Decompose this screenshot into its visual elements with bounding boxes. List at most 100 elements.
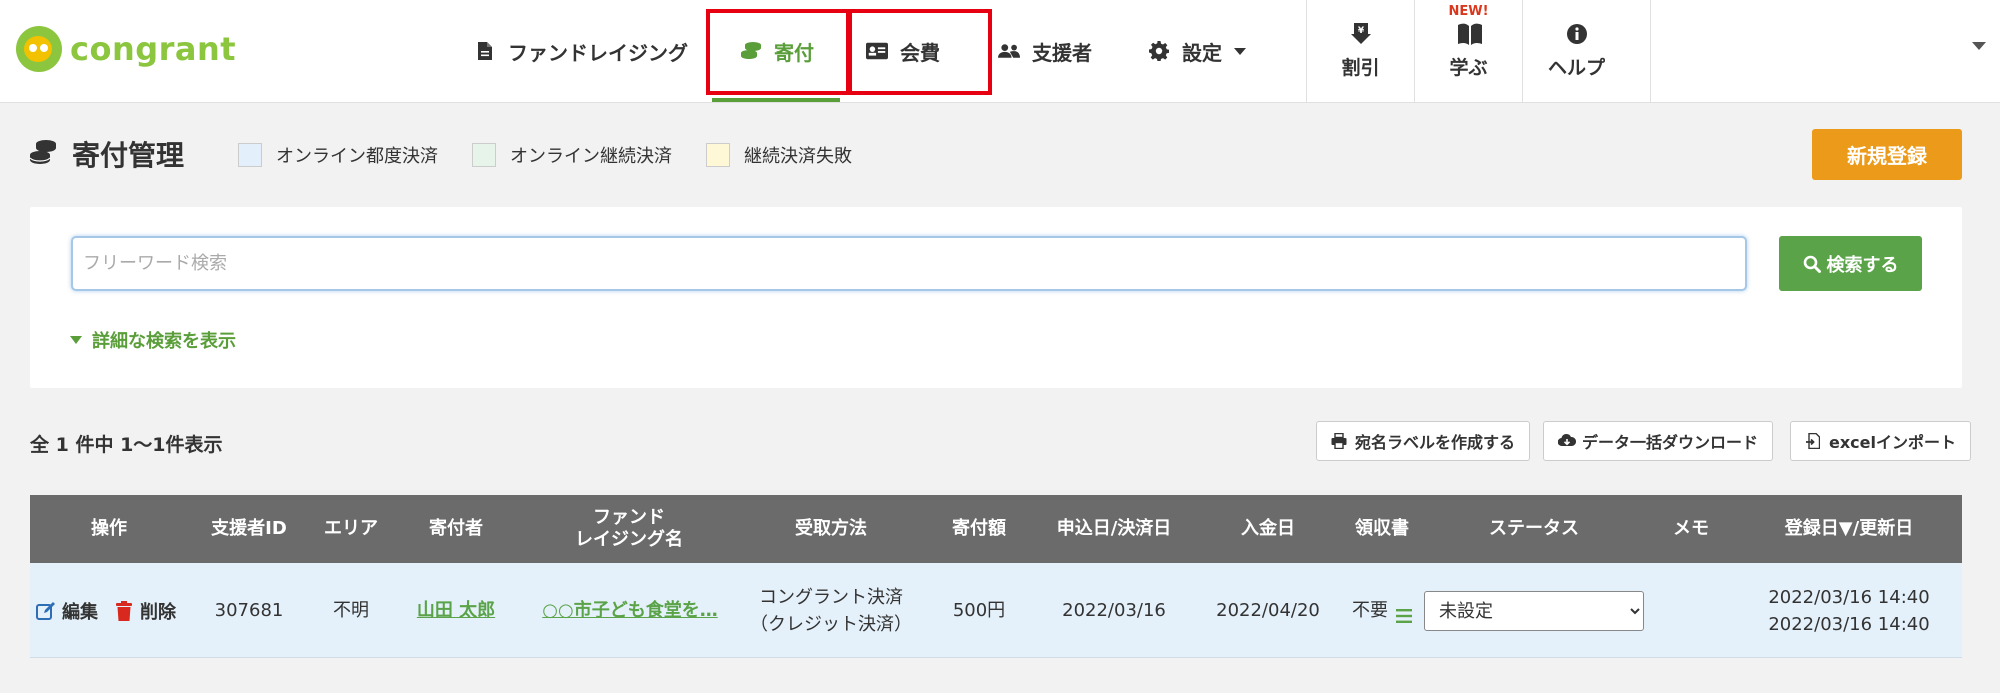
payment-method-cell: コングラント決済 （クレジット決済） — [738, 563, 924, 658]
top-header: congrant ファンドレイジング 寄付 会費 支援者 設定 ¥ 割引 NEW… — [0, 0, 2000, 103]
svg-text:¥: ¥ — [1357, 26, 1364, 36]
column-header[interactable]: ステータス — [1422, 495, 1646, 563]
payment-method-line1: コングラント決済 — [759, 586, 903, 608]
new-badge: NEW! — [1448, 4, 1489, 19]
coins-icon — [28, 139, 58, 169]
nav-fundraising-label: ファンドレイジング — [508, 40, 688, 65]
nav-help[interactable]: ヘルプ — [1522, 0, 1630, 102]
receipt-cell: 不要 — [1342, 563, 1422, 658]
coins-icon — [740, 40, 762, 62]
edit-icon — [36, 601, 56, 621]
legend-label: 継続決済失敗 — [744, 146, 852, 167]
page-title: 寄付管理 — [28, 134, 184, 174]
search-button[interactable]: 検索する — [1779, 236, 1922, 291]
nav-settings-label: 設定 — [1182, 40, 1222, 65]
legend-swatch — [238, 143, 262, 167]
search-panel: 検索する 詳細な検索を表示 — [30, 207, 1962, 388]
delete-button[interactable]: 削除 — [116, 563, 176, 658]
list-icon[interactable] — [1396, 604, 1412, 623]
table-header: 操作 支援者ID エリア 寄付者 ファンド レイジング名 受取方法 寄付額 申込… — [30, 495, 1962, 563]
legend-label: オンライン都度決済 — [276, 146, 438, 167]
logo-mark-icon — [16, 26, 62, 72]
excel-import-button[interactable]: excelインポート — [1790, 421, 1971, 461]
supporter-id-cell: 307681 — [214, 600, 284, 621]
fundraising-link[interactable]: ○○市子ども食堂を… — [530, 563, 730, 658]
nav-settings[interactable]: 設定 — [1148, 0, 1246, 102]
file-import-icon — [1805, 432, 1821, 450]
applied-date-cell: 2022/03/16 — [1062, 600, 1166, 621]
receipt-value: 不要 — [1352, 600, 1388, 621]
users-icon — [998, 40, 1020, 62]
nav-learn-label: 学ぶ — [1449, 56, 1488, 79]
column-header[interactable]: ファンド レイジング名 — [520, 495, 738, 563]
result-count: 全 1 件中 1〜1件表示 — [30, 434, 223, 456]
id-card-icon — [866, 40, 888, 62]
nav-learn[interactable]: NEW! 学ぶ — [1414, 0, 1522, 102]
edit-label: 編集 — [62, 601, 98, 623]
nav-discount-label: 割引 — [1341, 56, 1380, 79]
account-menu-caret-icon[interactable] — [1972, 42, 1986, 50]
nav-donation-label: 寄付 — [774, 40, 814, 65]
column-header[interactable]: 受取方法 — [738, 495, 924, 563]
search-button-label: 検索する — [1826, 254, 1899, 276]
tool-button-label: データ一括ダウンロード — [1582, 433, 1759, 452]
memo-cell — [1646, 563, 1736, 658]
create-address-label-button[interactable]: 宛名ラベルを作成する — [1316, 421, 1531, 461]
legend-online-recurring: オンライン継続決済 — [472, 142, 672, 168]
cloud-download-icon — [1557, 433, 1577, 449]
column-header[interactable]: 申込日/決済日 — [1034, 495, 1194, 563]
legend-online-onetime: オンライン都度決済 — [238, 142, 438, 168]
nav-help-label: ヘルプ — [1547, 56, 1605, 79]
column-header[interactable]: 操作 — [30, 495, 188, 563]
gear-icon — [1148, 40, 1170, 62]
amount-cell: 500円 — [952, 600, 1006, 621]
donor-link[interactable]: 山田 太郎 — [392, 563, 520, 658]
legend-swatch — [472, 143, 496, 167]
congrant-logo[interactable]: congrant — [16, 24, 236, 74]
edit-button[interactable]: 編集 — [36, 563, 98, 658]
new-registration-button[interactable]: 新規登録 — [1812, 129, 1962, 180]
column-header[interactable]: 支援者ID — [188, 495, 310, 563]
registered-updated-cell: 2022/03/16 14:40 2022/03/16 14:40 — [1736, 563, 1962, 658]
page-title-text: 寄付管理 — [72, 139, 185, 172]
column-header[interactable]: エリア — [310, 495, 392, 563]
logo-text: congrant — [70, 30, 237, 68]
search-input[interactable] — [71, 236, 1747, 291]
document-icon — [474, 40, 496, 62]
nav-membership-label: 会費 — [900, 40, 940, 65]
legend-label: オンライン継続決済 — [510, 146, 672, 167]
status-select[interactable]: 未設定 — [1424, 591, 1644, 631]
nav-fundraising[interactable]: ファンドレイジング — [474, 0, 688, 102]
nav-membership[interactable]: 会費 — [866, 0, 940, 102]
column-header[interactable]: 入金日 — [1194, 495, 1342, 563]
search-icon — [1803, 255, 1821, 273]
nav-divider — [1650, 0, 1651, 102]
delete-label: 削除 — [140, 601, 176, 623]
yen-down-icon: ¥ — [1350, 22, 1372, 45]
tool-button-label: 宛名ラベルを作成する — [1355, 433, 1516, 452]
nav-discount[interactable]: ¥ 割引 — [1306, 0, 1414, 102]
area-cell: 不明 — [333, 600, 369, 621]
column-header[interactable]: メモ — [1646, 495, 1736, 563]
caret-down-icon — [70, 336, 82, 344]
nav-donation[interactable]: 寄付 — [740, 0, 814, 102]
nav-supporters-label: 支援者 — [1032, 40, 1092, 65]
book-icon — [1457, 23, 1482, 45]
table-row: 編集 削除 307681 不明 山田 太郎 ○○市子ども食堂を… コングラント決… — [30, 563, 1962, 658]
bulk-download-button[interactable]: データ一括ダウンロード — [1543, 421, 1774, 461]
column-header[interactable]: 寄付額 — [924, 495, 1034, 563]
chevron-down-icon — [1234, 47, 1246, 55]
column-header[interactable]: 領収書 — [1342, 495, 1422, 563]
tool-button-label: excelインポート — [1829, 433, 1956, 452]
nav-supporters[interactable]: 支援者 — [998, 0, 1092, 102]
info-icon — [1566, 23, 1588, 45]
payment-method-line2: （クレジット決済） — [750, 613, 912, 635]
column-header[interactable]: 寄付者 — [392, 495, 520, 563]
registered-date: 2022/03/16 14:40 — [1768, 586, 1930, 608]
printer-icon — [1331, 432, 1347, 450]
paid-date-cell: 2022/04/20 — [1216, 600, 1320, 621]
detailed-search-label: 詳細な検索を表示 — [92, 331, 236, 352]
column-header[interactable]: 登録日▼/更新日 — [1736, 495, 1962, 563]
detailed-search-toggle[interactable]: 詳細な検索を表示 — [70, 327, 236, 353]
legend-recurring-failed: 継続決済失敗 — [706, 142, 852, 168]
